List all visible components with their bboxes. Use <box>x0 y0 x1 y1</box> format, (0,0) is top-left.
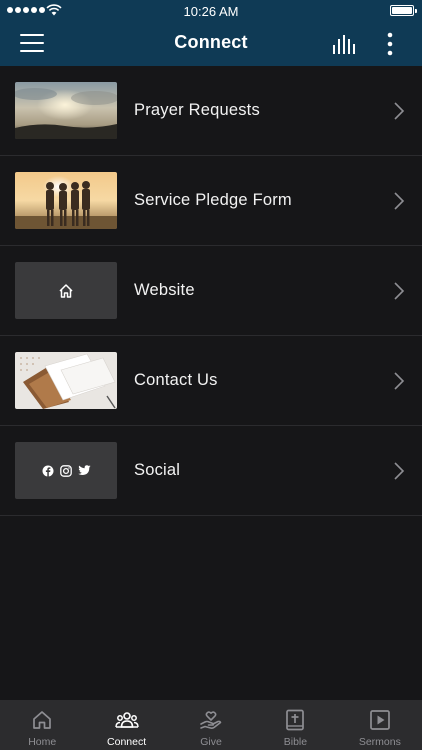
chevron-right-icon <box>394 282 405 300</box>
chevron-right-icon <box>394 372 405 390</box>
tab-bible[interactable]: Bible <box>253 700 337 750</box>
tab-label: Connect <box>107 736 147 748</box>
people-icon <box>114 712 139 728</box>
chevron-right-icon <box>394 462 405 480</box>
app-header: 10:26 AM Connect <box>0 0 422 66</box>
list-item-contact-us[interactable]: Contact Us <box>0 336 422 426</box>
facebook-icon <box>42 465 53 476</box>
social-thumbnail <box>15 442 117 499</box>
list-item-label: Prayer Requests <box>134 101 260 119</box>
tab-label: Sermons <box>358 736 401 748</box>
chevron-right-icon <box>394 192 405 210</box>
status-time: 10:26 AM <box>183 4 239 19</box>
status-bar: 10:26 AM <box>0 0 422 22</box>
tab-label: Home <box>28 736 57 748</box>
page-title: Connect <box>174 32 248 52</box>
battery-icon <box>390 5 417 16</box>
website-thumbnail <box>15 262 117 319</box>
tab-label: Bible <box>283 736 308 748</box>
list-item-website[interactable]: Website <box>0 246 422 336</box>
audio-bars-button[interactable] <box>332 33 358 55</box>
tab-home[interactable]: Home <box>0 700 84 750</box>
list-item-social[interactable]: Social <box>0 426 422 516</box>
more-options-button[interactable] <box>380 31 400 57</box>
home-icon <box>33 711 52 729</box>
giving-hand-icon <box>200 711 222 729</box>
stationery-thumbnail <box>15 352 117 409</box>
list-item-label: Contact Us <box>134 371 218 389</box>
list-item-label: Website <box>134 281 195 299</box>
sunset-sky-thumbnail <box>15 82 117 139</box>
tab-sermons[interactable]: Sermons <box>338 700 422 750</box>
tab-give[interactable]: Give <box>169 700 253 750</box>
list-item-service-pledge-form[interactable]: Service Pledge Form <box>0 156 422 246</box>
play-icon <box>369 710 390 730</box>
tab-connect[interactable]: Connect <box>84 700 168 750</box>
list-item-label: Service Pledge Form <box>134 191 292 209</box>
list-item-label: Social <box>134 461 181 479</box>
bible-icon <box>286 709 305 731</box>
chevron-right-icon <box>394 102 405 120</box>
navigation-bar: Connect <box>0 22 422 66</box>
list-item-prayer-requests[interactable]: Prayer Requests <box>0 66 422 156</box>
group-embrace-thumbnail <box>15 172 117 229</box>
home-icon <box>59 283 73 298</box>
bottom-tab-bar: Home Connect Give Bible Sermons <box>0 700 422 750</box>
instagram-icon <box>59 464 72 477</box>
twitter-icon <box>77 465 91 475</box>
tab-label: Give <box>200 736 222 748</box>
connect-list: Prayer Requests Service Pledge Form Webs… <box>0 66 422 516</box>
